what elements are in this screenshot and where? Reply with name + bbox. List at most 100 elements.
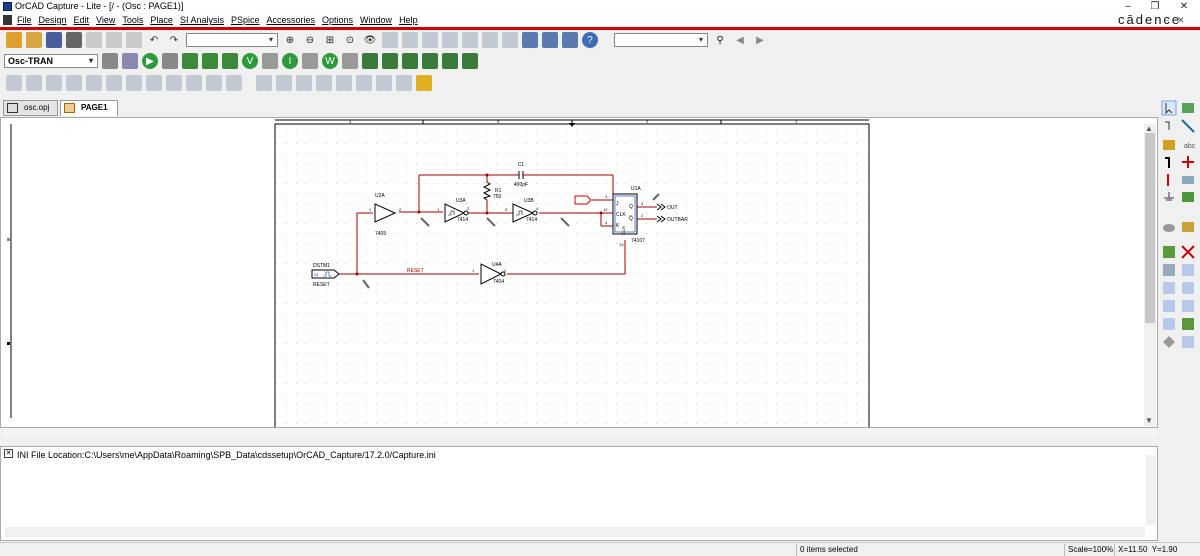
schematic-canvas[interactable]: 4 3 2 1 C1 400pF R1 750 U2A 7405 1 2 U3A… xyxy=(0,117,1158,428)
junction-icon[interactable] xyxy=(166,75,182,91)
undo-icon[interactable]: ↶ xyxy=(146,32,162,48)
forward-icon[interactable]: ▶ xyxy=(752,32,768,48)
simulation-profile-combo[interactable]: Osc-TRAN ▾ xyxy=(4,54,98,68)
sensitivity-icon[interactable] xyxy=(382,53,398,69)
new-profile-icon[interactable] xyxy=(102,53,118,69)
netlist-icon[interactable] xyxy=(442,32,458,48)
canvas-horizontal-scrollbar[interactable] xyxy=(4,428,1156,438)
zoom-area-icon[interactable]: ⊞ xyxy=(322,32,338,48)
align-middle-icon[interactable] xyxy=(336,75,352,91)
close-icon[interactable]: ✕ xyxy=(4,449,13,458)
session-log-panel[interactable]: ✕ INI File Location:C:\Users\me\AppData\… xyxy=(0,446,1158,541)
bus-icon[interactable] xyxy=(146,75,162,91)
copy-icon[interactable] xyxy=(106,32,122,48)
annotate-icon[interactable] xyxy=(382,32,398,48)
ground-icon[interactable] xyxy=(226,75,242,91)
scroll-up-icon[interactable]: ▲ xyxy=(1145,124,1153,133)
chevron-down-icon[interactable]: ▾ xyxy=(266,35,276,45)
edit-profile-icon[interactable] xyxy=(122,53,138,69)
menu-place[interactable]: Place xyxy=(150,13,173,27)
smoke-icon[interactable] xyxy=(442,53,458,69)
power-arrow-icon[interactable] xyxy=(342,53,358,69)
save-icon[interactable] xyxy=(46,32,62,48)
view-results-icon[interactable] xyxy=(162,53,178,69)
wire-tool-icon[interactable] xyxy=(562,32,578,48)
align-icon[interactable] xyxy=(6,75,22,91)
menu-pspice[interactable]: PSpice xyxy=(231,13,260,27)
view-icon[interactable]: 👁 xyxy=(362,32,378,48)
bom-icon[interactable] xyxy=(482,32,498,48)
cross-reference-icon[interactable] xyxy=(462,32,478,48)
paste-icon[interactable] xyxy=(126,32,142,48)
ungroup-icon[interactable] xyxy=(86,75,102,91)
part-combo[interactable]: ▾ xyxy=(186,33,278,47)
menu-edit[interactable]: Edit xyxy=(74,13,90,27)
help-icon[interactable]: ? xyxy=(582,32,598,48)
print-icon[interactable] xyxy=(66,32,82,48)
back-icon[interactable]: ◀ xyxy=(732,32,748,48)
current-marker-icon[interactable] xyxy=(202,53,218,69)
new-icon[interactable] xyxy=(6,32,22,48)
document-icon[interactable] xyxy=(3,15,12,25)
power-marker-icon[interactable] xyxy=(222,53,238,69)
canvas-scroll-thumb[interactable] xyxy=(1145,133,1155,323)
parametric-plotter-icon[interactable] xyxy=(462,53,478,69)
power-pin-icon[interactable] xyxy=(574,195,592,205)
current-arrow-icon[interactable] xyxy=(302,53,318,69)
voltage-marker-icon[interactable] xyxy=(182,53,198,69)
distribute-icon[interactable] xyxy=(376,75,392,91)
zoom-all-icon[interactable]: ⊙ xyxy=(342,32,358,48)
palette-icons[interactable]: abc xyxy=(1161,100,1196,348)
scroll-down-icon[interactable]: ▼ xyxy=(1145,416,1153,425)
menu-file[interactable]: File xyxy=(17,13,32,27)
redo-icon[interactable]: ↷ xyxy=(166,32,182,48)
snap-grid-icon[interactable] xyxy=(502,32,518,48)
menu-accessories[interactable]: Accessories xyxy=(267,13,316,27)
filter-icon[interactable] xyxy=(106,75,122,91)
align-top-icon[interactable] xyxy=(316,75,332,91)
menu-tools[interactable]: Tools xyxy=(122,13,143,27)
align-right-icon[interactable] xyxy=(296,75,312,91)
zoom-in-icon[interactable]: ⊕ xyxy=(282,32,298,48)
menu-options[interactable]: Options xyxy=(322,13,353,27)
group-icon[interactable] xyxy=(66,75,82,91)
power-icon[interactable] xyxy=(206,75,222,91)
mirror-icon[interactable] xyxy=(26,75,42,91)
run-icon[interactable]: ▶ xyxy=(142,53,158,69)
tab-osc-opj[interactable]: osc.opj xyxy=(3,100,58,116)
mdi-minimize-button[interactable]: – xyxy=(1164,15,1169,26)
advanced-analysis-icon[interactable] xyxy=(362,53,378,69)
wire-icon[interactable] xyxy=(126,75,142,91)
space-icon[interactable] xyxy=(396,75,412,91)
netalias-icon[interactable] xyxy=(186,75,202,91)
chevron-down-icon[interactable]: ▾ xyxy=(86,56,96,66)
bias-current-icon[interactable]: I xyxy=(282,53,298,69)
back-annotate-icon[interactable] xyxy=(402,32,418,48)
ref-icon[interactable] xyxy=(542,32,558,48)
project-manager-icon[interactable] xyxy=(522,32,538,48)
zoom-out-icon[interactable]: ⊖ xyxy=(302,32,318,48)
mdi-close-button[interactable]: ✕ xyxy=(1177,15,1185,26)
rotate-icon[interactable] xyxy=(46,75,62,91)
search-combo[interactable]: ▾ xyxy=(614,33,708,47)
log-horizontal-scrollbar[interactable] xyxy=(5,527,1145,537)
monte-carlo-icon[interactable] xyxy=(422,53,438,69)
bias-voltage-icon[interactable]: V xyxy=(242,53,258,69)
align-bottom-icon[interactable] xyxy=(356,75,372,91)
log-vertical-scrollbar[interactable] xyxy=(1146,455,1156,525)
menu-help[interactable]: Help xyxy=(399,13,418,27)
chevron-down-icon[interactable]: ▾ xyxy=(696,35,706,45)
drc-icon[interactable] xyxy=(422,32,438,48)
align-center-icon[interactable] xyxy=(276,75,292,91)
tab-page1[interactable]: PAGE1 xyxy=(60,100,118,116)
menu-view[interactable]: View xyxy=(96,13,115,27)
menu-si-analysis[interactable]: SI Analysis xyxy=(180,13,224,27)
bias-level-icon[interactable] xyxy=(262,53,278,69)
optimizer-icon[interactable] xyxy=(402,53,418,69)
align-left-icon[interactable] xyxy=(256,75,272,91)
bias-power-icon[interactable]: W xyxy=(322,53,338,69)
cut-icon[interactable] xyxy=(86,32,102,48)
schematic-svg[interactable]: 4 3 2 1 C1 400pF R1 750 U2A 7405 1 2 U3A… xyxy=(1,118,1157,427)
open-icon[interactable] xyxy=(26,32,42,48)
menu-window[interactable]: Window xyxy=(360,13,392,27)
